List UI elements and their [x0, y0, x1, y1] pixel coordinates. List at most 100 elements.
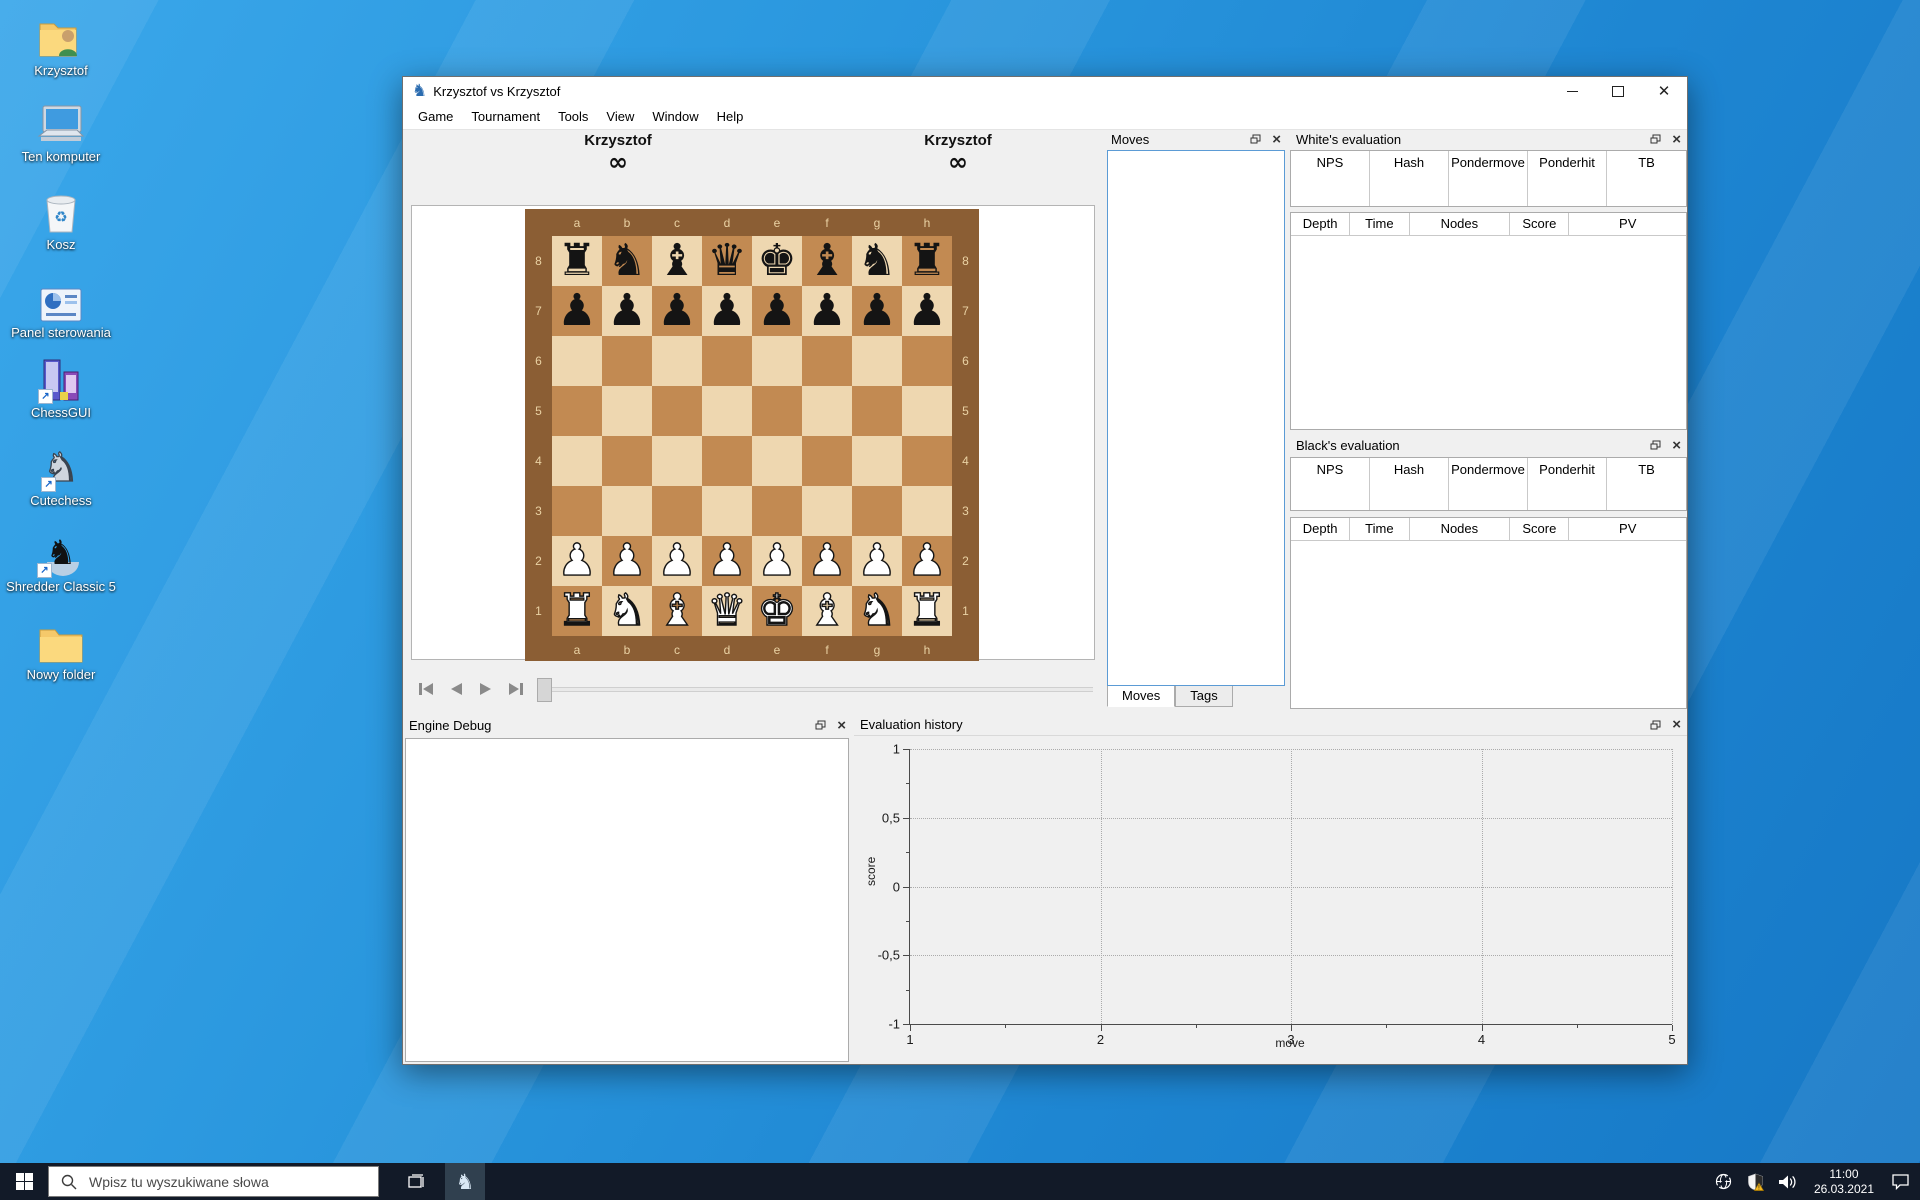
square-a7[interactable]: ♟	[552, 286, 602, 336]
minimize-button[interactable]	[1549, 77, 1595, 105]
menu-item-tools[interactable]: Tools	[549, 105, 597, 129]
menu-item-help[interactable]: Help	[708, 105, 753, 129]
first-move-button[interactable]	[411, 677, 441, 701]
square-h8[interactable]: ♜	[902, 236, 952, 286]
menu-item-window[interactable]: Window	[643, 105, 707, 129]
square-e6[interactable]	[752, 336, 802, 386]
square-c5[interactable]	[652, 386, 702, 436]
close-dock-icon[interactable]: ×	[1672, 438, 1681, 453]
square-c7[interactable]: ♟	[652, 286, 702, 336]
square-f6[interactable]	[802, 336, 852, 386]
title-bar[interactable]: ♞ Krzysztof vs Krzysztof ✕	[403, 77, 1687, 105]
square-g7[interactable]: ♟	[852, 286, 902, 336]
square-f1[interactable]: ♝	[802, 586, 852, 636]
square-e7[interactable]: ♟	[752, 286, 802, 336]
square-f7[interactable]: ♟	[802, 286, 852, 336]
black-eval-table[interactable]: DepthTimeNodesScorePV	[1290, 517, 1687, 709]
square-a2[interactable]: ♟	[552, 536, 602, 586]
square-b7[interactable]: ♟	[602, 286, 652, 336]
square-a4[interactable]	[552, 436, 602, 486]
slider-handle[interactable]	[537, 678, 552, 702]
action-center-icon[interactable]	[1884, 1163, 1916, 1200]
square-a6[interactable]	[552, 336, 602, 386]
white-eval-header[interactable]: White's evaluation ×	[1290, 128, 1687, 150]
square-f8[interactable]: ♝	[802, 236, 852, 286]
square-h6[interactable]	[902, 336, 952, 386]
square-f5[interactable]	[802, 386, 852, 436]
square-h5[interactable]	[902, 386, 952, 436]
square-a5[interactable]	[552, 386, 602, 436]
maximize-button[interactable]	[1595, 77, 1641, 105]
square-h7[interactable]: ♟	[902, 286, 952, 336]
close-dock-icon[interactable]: ×	[1672, 717, 1681, 732]
square-b3[interactable]	[602, 486, 652, 536]
square-d5[interactable]	[702, 386, 752, 436]
square-c3[interactable]	[652, 486, 702, 536]
square-b1[interactable]: ♞	[602, 586, 652, 636]
desktop-icon-this-computer[interactable]: Ten komputer	[6, 96, 116, 164]
previous-move-button[interactable]	[441, 677, 471, 701]
security-shield-icon[interactable]: !	[1740, 1163, 1772, 1200]
square-d1[interactable]: ♛	[702, 586, 752, 636]
engine-debug-output[interactable]	[405, 738, 849, 1062]
square-e5[interactable]	[752, 386, 802, 436]
square-d8[interactable]: ♛	[702, 236, 752, 286]
square-a1[interactable]: ♜	[552, 586, 602, 636]
square-b4[interactable]	[602, 436, 652, 486]
taskbar-search[interactable]	[48, 1166, 379, 1197]
search-input[interactable]	[87, 1173, 361, 1191]
close-button[interactable]: ✕	[1641, 77, 1687, 105]
menu-item-game[interactable]: Game	[409, 105, 462, 129]
chess-board[interactable]: ♜♞♝♛♚♝♞♜♟♟♟♟♟♟♟♟♟♟♟♟♟♟♟♟♜♞♝♛♚♝♞♜ aabbccd…	[525, 209, 979, 661]
float-dock-icon[interactable]	[1650, 720, 1661, 730]
square-h2[interactable]: ♟	[902, 536, 952, 586]
taskbar-clock[interactable]: 11:00 26.03.2021	[1804, 1167, 1884, 1197]
square-f4[interactable]	[802, 436, 852, 486]
square-c2[interactable]: ♟	[652, 536, 702, 586]
white-eval-table[interactable]: DepthTimeNodesScorePV	[1290, 212, 1687, 430]
square-h1[interactable]: ♜	[902, 586, 952, 636]
square-d2[interactable]: ♟	[702, 536, 752, 586]
square-c8[interactable]: ♝	[652, 236, 702, 286]
square-b5[interactable]	[602, 386, 652, 436]
square-e3[interactable]	[752, 486, 802, 536]
square-a8[interactable]: ♜	[552, 236, 602, 286]
square-d7[interactable]: ♟	[702, 286, 752, 336]
square-d6[interactable]	[702, 336, 752, 386]
square-h3[interactable]	[902, 486, 952, 536]
square-b6[interactable]	[602, 336, 652, 386]
play-button[interactable]	[471, 677, 501, 701]
square-e2[interactable]: ♟	[752, 536, 802, 586]
square-e1[interactable]: ♚	[752, 586, 802, 636]
start-button[interactable]	[0, 1163, 48, 1200]
square-c6[interactable]	[652, 336, 702, 386]
desktop-icon-control-panel[interactable]: Panel sterowania	[6, 272, 116, 340]
network-globe-icon[interactable]	[1708, 1163, 1740, 1200]
square-g6[interactable]	[852, 336, 902, 386]
tab-moves[interactable]: Moves	[1107, 686, 1175, 707]
close-dock-icon[interactable]: ×	[837, 718, 846, 733]
desktop-icon-new-folder[interactable]: Nowy folder	[6, 614, 116, 682]
float-dock-icon[interactable]	[1650, 440, 1661, 450]
square-b8[interactable]: ♞	[602, 236, 652, 286]
taskbar-chess-app[interactable]: ♞	[445, 1163, 485, 1200]
square-g8[interactable]: ♞	[852, 236, 902, 286]
square-e8[interactable]: ♚	[752, 236, 802, 286]
float-dock-icon[interactable]	[1650, 134, 1661, 144]
black-eval-header[interactable]: Black's evaluation ×	[1290, 434, 1687, 456]
square-f3[interactable]	[802, 486, 852, 536]
moves-list[interactable]	[1107, 150, 1285, 686]
menu-item-view[interactable]: View	[597, 105, 643, 129]
square-g4[interactable]	[852, 436, 902, 486]
last-move-button[interactable]	[501, 677, 531, 701]
speaker-icon[interactable]	[1772, 1163, 1804, 1200]
float-dock-icon[interactable]	[815, 720, 826, 730]
menu-item-tournament[interactable]: Tournament	[462, 105, 549, 129]
desktop-icon-chessgui[interactable]: ↗ ChessGUI	[6, 352, 116, 420]
square-h4[interactable]	[902, 436, 952, 486]
tab-tags[interactable]: Tags	[1175, 686, 1232, 707]
desktop-icon-cutechess[interactable]: ♞ ↗ Cutechess	[6, 440, 116, 508]
square-c4[interactable]	[652, 436, 702, 486]
square-g5[interactable]	[852, 386, 902, 436]
desktop-icon-krzysztof[interactable]: Krzysztof	[6, 10, 116, 78]
